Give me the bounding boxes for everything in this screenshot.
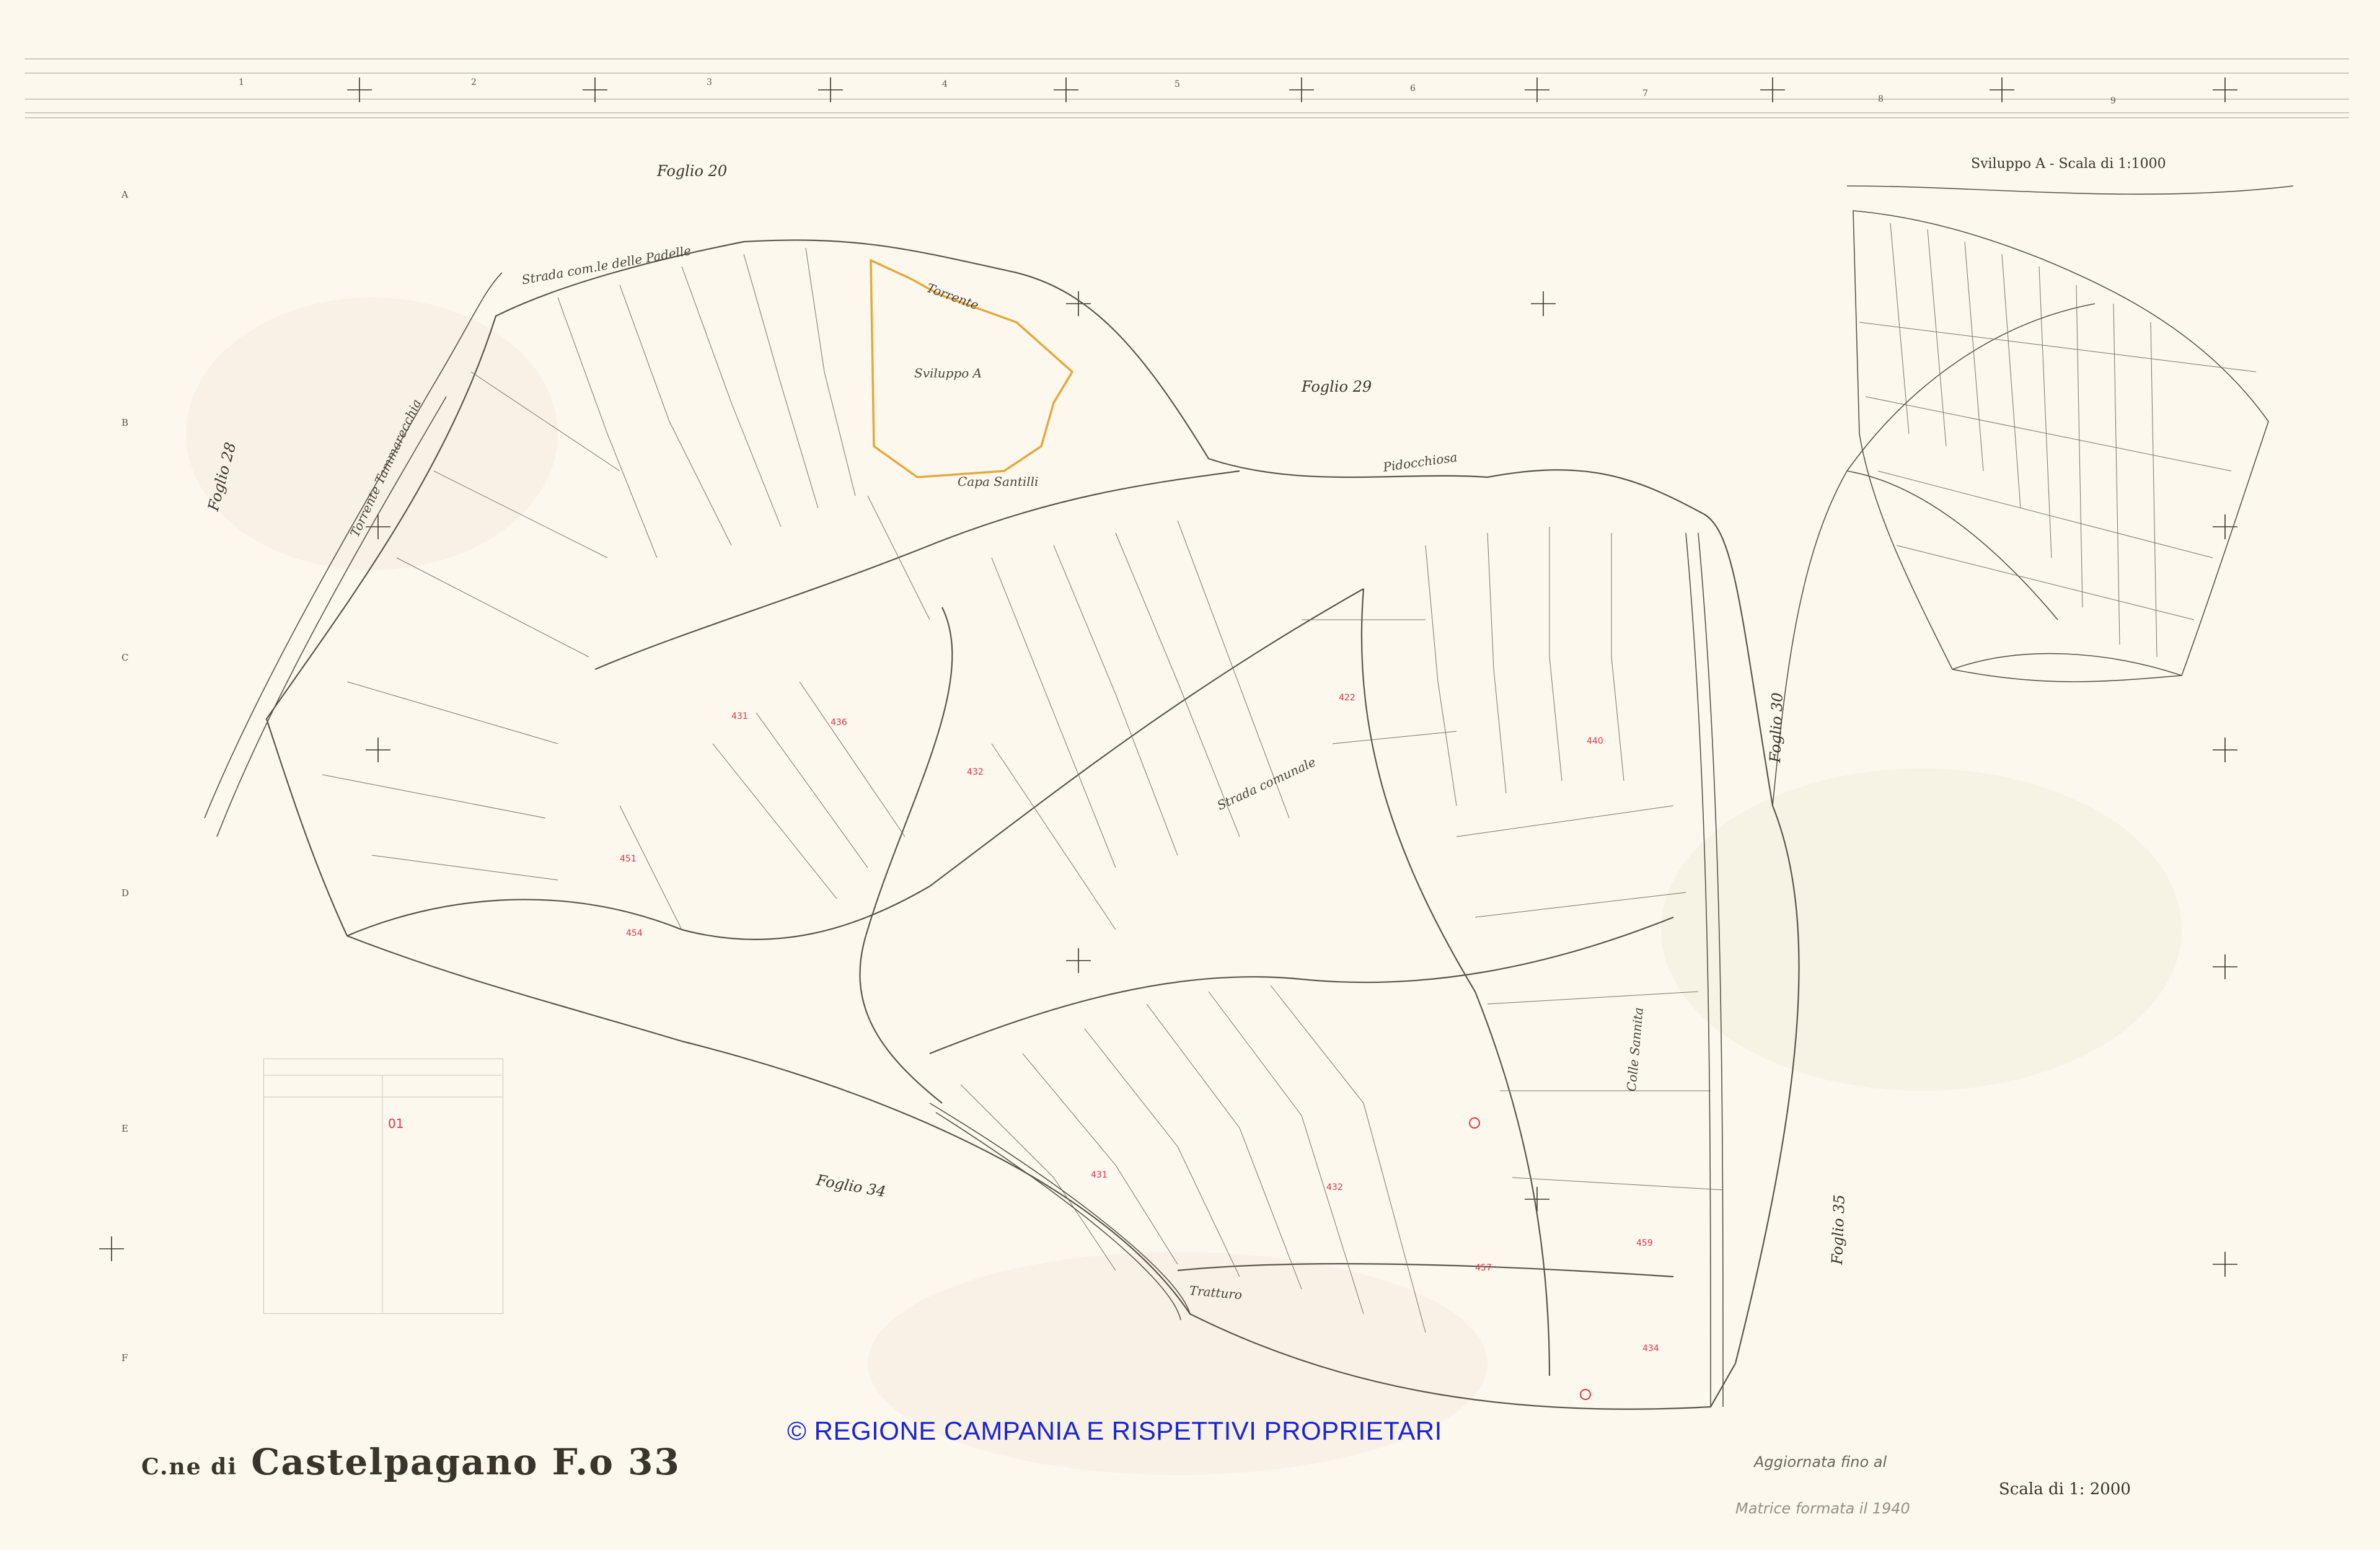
grid-band bbox=[25, 58, 2349, 118]
road-label: Capa Santilli bbox=[958, 474, 1039, 489]
grid-row-label: E bbox=[121, 1123, 128, 1134]
grid-row-label: B bbox=[121, 417, 129, 428]
grid-column-label: 8 bbox=[1878, 94, 1884, 104]
grid-row-label: D bbox=[121, 887, 130, 899]
map-sheet: 431 436 451 454 431 432 457 459 434 422 440 43… bbox=[0, 0, 2380, 1550]
grid-column-label: 5 bbox=[1175, 79, 1180, 89]
municipality-prefix: C.ne di bbox=[141, 1454, 238, 1480]
grid-column-label: 1 bbox=[239, 77, 244, 87]
svg-text:434: 434 bbox=[1642, 1344, 1659, 1354]
svg-text:440: 440 bbox=[1587, 736, 1603, 746]
grid-row-label: F bbox=[121, 1352, 128, 1363]
inset-map bbox=[1846, 185, 2294, 682]
municipality-name: Castelpagano bbox=[251, 1441, 539, 1483]
matrix-note: Matrice formata il 1940 bbox=[1735, 1500, 1910, 1517]
grid-row-label: A bbox=[121, 189, 128, 200]
grid-column-label: 6 bbox=[1410, 84, 1416, 94]
neighbour-sheet-label: Foglio 30 bbox=[1766, 692, 1786, 763]
sheet-number: F.o 33 bbox=[552, 1441, 681, 1483]
svg-text:431: 431 bbox=[731, 711, 748, 721]
neighbour-sheet-label: Foglio 20 bbox=[657, 162, 728, 180]
grid-column-label: 3 bbox=[707, 77, 712, 87]
copyright-notice: © REGIONE CAMPANIA E RISPETTIVI PROPRIET… bbox=[787, 1416, 1442, 1445]
main-scale: Scala di 1: 2000 bbox=[1999, 1480, 2131, 1499]
neighbour-sheet-label: Foglio 35 bbox=[1828, 1194, 1848, 1265]
map-title: C.ne di Castelpagano F.o 33 bbox=[141, 1441, 681, 1483]
grid-row-label: C bbox=[121, 652, 129, 663]
red-point-marker bbox=[1469, 1117, 1480, 1129]
red-point-marker bbox=[1580, 1389, 1591, 1400]
neighbour-sheet-label: Foglio 29 bbox=[1302, 378, 1372, 395]
svg-text:432: 432 bbox=[967, 767, 984, 777]
legend-table: 01 bbox=[263, 1059, 503, 1314]
grid-column-label: 4 bbox=[942, 79, 948, 89]
legend-note: 01 bbox=[388, 1116, 404, 1131]
svg-text:436: 436 bbox=[831, 718, 847, 728]
svg-text:457: 457 bbox=[1475, 1263, 1492, 1273]
development-scale: Sviluppo A - Scala di 1:1000 bbox=[1971, 156, 2166, 172]
grid-column-label: 7 bbox=[1642, 89, 1648, 99]
svg-text:459: 459 bbox=[1636, 1238, 1653, 1248]
cadastral-map-drawing: 431436 451454 431432 457459 434422 44043… bbox=[25, 58, 2349, 1475]
svg-text:451: 451 bbox=[620, 854, 637, 864]
grid-column-label: 9 bbox=[2110, 96, 2116, 106]
development-a-label: Sviluppo A bbox=[914, 366, 982, 381]
grid-column-label: 2 bbox=[471, 77, 477, 87]
inset-parcels bbox=[1859, 222, 2257, 658]
updated-note: Aggiornata fino al bbox=[1754, 1453, 1887, 1471]
svg-text:454: 454 bbox=[626, 928, 643, 938]
svg-text:422: 422 bbox=[1339, 693, 1355, 703]
svg-text:432: 432 bbox=[1326, 1182, 1343, 1192]
svg-text:431: 431 bbox=[1091, 1170, 1108, 1180]
